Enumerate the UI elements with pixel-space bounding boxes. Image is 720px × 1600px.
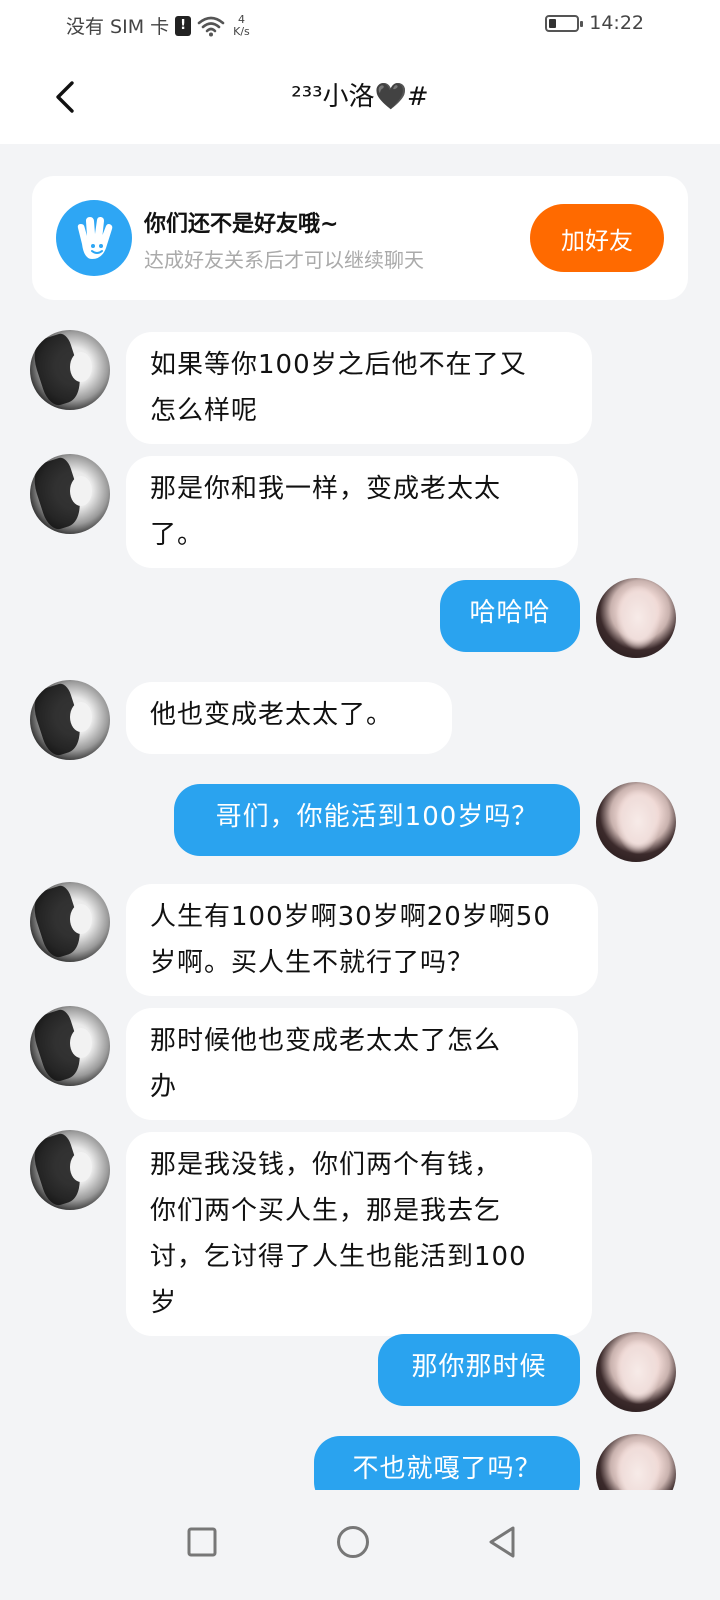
triangle-back-icon: [489, 1526, 515, 1558]
network-speed-unit: K/s: [233, 24, 250, 38]
network-speed-value: 4: [237, 12, 245, 26]
system-nav-bar: [0, 1490, 720, 1600]
message-bubble[interactable]: 哈哈哈: [440, 580, 580, 652]
my-avatar[interactable]: [596, 1332, 676, 1412]
recent-apps-button[interactable]: [172, 1512, 232, 1572]
message-bubble[interactable]: 那是你和我一样，变成老太太 了。: [126, 456, 578, 568]
square-icon: [187, 1527, 217, 1557]
message-bubble[interactable]: 那时候他也变成老太太了怎么 办: [126, 1008, 578, 1120]
carrier-text: 没有 SIM 卡: [66, 16, 170, 38]
contact-avatar[interactable]: [30, 680, 110, 760]
contact-avatar[interactable]: [30, 1006, 110, 1086]
message-bubble[interactable]: 人生有100岁啊30岁啊20岁啊50 岁啊。买人生不就行了吗？: [126, 884, 598, 996]
status-right: 14:22: [545, 12, 644, 34]
add-friend-button[interactable]: 加好友: [530, 204, 664, 272]
contact-avatar[interactable]: [30, 1130, 110, 1210]
card-subtitle: 达成好友关系后才可以继续聊天: [144, 248, 424, 272]
contact-avatar[interactable]: [30, 454, 110, 534]
chat-header: ²³³小洛🖤#: [0, 52, 720, 144]
clock-time: 14:22: [589, 12, 644, 34]
message-bubble[interactable]: 如果等你100岁之后他不在了又 怎么样呢: [126, 332, 592, 444]
my-avatar[interactable]: [596, 782, 676, 862]
card-title: 你们还不是好友哦~: [144, 212, 339, 237]
chat-title: ²³³小洛🖤#: [291, 82, 429, 112]
my-avatar[interactable]: [596, 578, 676, 658]
wifi-icon: [197, 16, 225, 36]
contact-avatar[interactable]: [30, 330, 110, 410]
message-bubble[interactable]: 那你那时候: [378, 1334, 580, 1406]
contact-avatar[interactable]: [30, 882, 110, 962]
nav-back-button[interactable]: [472, 1512, 532, 1572]
network-speed: 4 K/s: [233, 12, 250, 38]
status-left: 没有 SIM 卡 ! 4 K/s: [66, 12, 250, 39]
message-bubble[interactable]: 哥们，你能活到100岁吗？: [174, 784, 580, 856]
battery-icon: [545, 14, 584, 32]
status-bar: 没有 SIM 卡 ! 4 K/s 14:22: [0, 0, 720, 52]
message-bubble[interactable]: 那是我没钱，你们两个有钱， 你们两个买人生，那是我去乞 讨，乞讨得了人生也能活到…: [126, 1132, 592, 1336]
home-button[interactable]: [323, 1512, 383, 1572]
hand-wave-icon: [56, 200, 132, 276]
sim-alert-icon: !: [175, 15, 192, 36]
message-bubble[interactable]: 他也变成老太太了。: [126, 682, 452, 754]
not-friends-card: 你们还不是好友哦~ 达成好友关系后才可以继续聊天 加好友: [32, 176, 688, 300]
battery-fill: [549, 18, 557, 28]
circle-icon: [337, 1526, 369, 1558]
